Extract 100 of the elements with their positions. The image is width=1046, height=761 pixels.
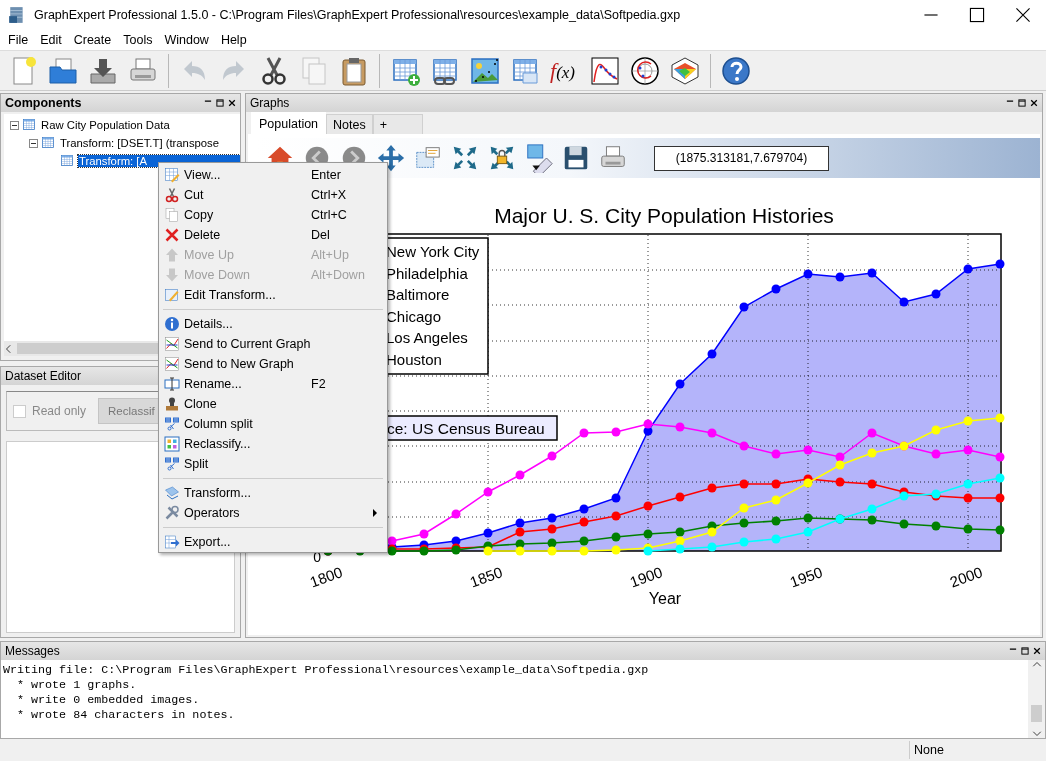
panel-title: Components <box>5 96 83 110</box>
copy-icon <box>164 207 180 223</box>
status-text: None <box>909 740 1046 759</box>
pencil-icon <box>164 287 180 303</box>
stamp-icon <box>164 396 180 412</box>
collapse-toggle[interactable] <box>29 138 38 148</box>
app-icon <box>8 6 26 24</box>
close-icon[interactable] <box>1029 98 1039 108</box>
shortcut-label: Del <box>311 228 331 242</box>
menu-item-label: View... <box>184 168 222 182</box>
help-icon[interactable] <box>720 54 752 87</box>
grid-icon <box>164 436 180 452</box>
log-line: * write 0 embedded images. <box>16 693 200 708</box>
log-line: * wrote 84 characters in notes. <box>16 708 235 723</box>
menu-item-label: Column split <box>184 417 254 431</box>
export-icon <box>164 534 180 550</box>
menu-item[interactable]: Transform... <box>161 483 385 503</box>
axis-tick-label: 2000 <box>947 563 985 591</box>
chart-title: Major U. S. City Population Histories <box>494 204 834 227</box>
menu-item-label: Copy <box>184 208 215 222</box>
menu-item[interactable]: File <box>2 33 35 47</box>
close-icon[interactable] <box>227 98 237 108</box>
close-icon[interactable] <box>1032 646 1042 656</box>
checkbox-label: Read only <box>32 404 87 418</box>
collapse-toggle[interactable] <box>10 120 19 130</box>
vertical-scrollbar[interactable] <box>1028 660 1045 738</box>
tools-icon <box>164 505 180 521</box>
menu-item-label: Send to Current Graph <box>184 337 311 351</box>
menu-item-label: Edit Transform... <box>184 288 277 302</box>
axis-tick-label: 1800 <box>307 563 345 591</box>
split-icon <box>164 456 180 472</box>
scissors-icon <box>164 187 180 203</box>
tab[interactable]: Population <box>251 112 327 134</box>
down-arrow-icon <box>164 267 180 283</box>
menu-item[interactable]: Rename... F2 <box>161 374 385 394</box>
log-line: * wrote 1 graphs. <box>16 678 137 693</box>
menu-item-label: Reclassify... <box>184 437 252 451</box>
menu-item[interactable]: Details... <box>161 314 385 334</box>
tab[interactable]: + <box>372 114 423 134</box>
annotation-text: ce: US Census Bureau <box>387 420 545 437</box>
float-window-icon[interactable] <box>1017 98 1027 108</box>
menu-item[interactable]: Send to New Graph <box>161 354 385 374</box>
float-window-icon[interactable] <box>1020 646 1030 656</box>
menu-item[interactable]: Copy Ctrl+C <box>161 205 385 225</box>
menu-item[interactable]: Send to Current Graph <box>161 334 385 354</box>
menu-item[interactable]: Create <box>67 33 118 47</box>
axis-tick-label: 1850 <box>467 563 505 591</box>
menu-item-label: Transform... <box>184 486 252 500</box>
menu-item[interactable]: Split <box>161 454 385 474</box>
split-icon <box>164 416 180 432</box>
axis-title: Year <box>648 590 682 607</box>
menu-item[interactable]: Window <box>158 33 215 47</box>
move-arrows-icon[interactable] <box>375 143 406 173</box>
shortcut-label: Alt+Up <box>311 248 350 262</box>
curve-fit-icon[interactable] <box>589 54 621 87</box>
menu-item[interactable]: Export... <box>161 532 385 552</box>
menu-item-label: Delete <box>184 228 222 242</box>
table-icon <box>21 117 37 133</box>
menu-item-label: Move Up <box>184 248 236 262</box>
polar-plot-icon[interactable] <box>629 54 661 87</box>
menu-item[interactable]: Delete Del <box>161 225 385 245</box>
shortcut-label: Enter <box>311 168 342 182</box>
panel-title: Graphs <box>250 96 291 110</box>
menu-item-label: Split <box>184 457 210 471</box>
delete-icon <box>164 227 180 243</box>
menu-item[interactable]: Operators <box>161 503 385 523</box>
chart-icon <box>164 356 180 372</box>
menu-item[interactable]: Cut Ctrl+X <box>161 185 385 205</box>
axis-tick-label: 1950 <box>787 563 825 591</box>
table-pencil-icon <box>164 167 180 183</box>
tree-item[interactable]: Raw City Population Data <box>40 119 171 131</box>
panel-title: Messages <box>5 644 61 658</box>
info-icon <box>164 316 180 332</box>
shortcut-label: Ctrl+X <box>311 188 348 202</box>
transform-icon <box>164 485 180 501</box>
scroll-thumb[interactable] <box>1031 705 1042 722</box>
legend-label: Chicago <box>386 307 442 325</box>
float-window-icon[interactable] <box>215 98 225 108</box>
menu-item[interactable]: Reclassify... <box>161 434 385 454</box>
menu-item[interactable]: Help <box>214 33 253 47</box>
menu-item[interactable]: View... Enter <box>161 165 385 185</box>
submenu-arrow-icon <box>373 509 377 517</box>
shortcut-label: F2 <box>311 377 327 391</box>
menu-item[interactable]: Tools <box>117 33 159 47</box>
panel-title: Dataset Editor <box>5 369 83 383</box>
menu-item[interactable]: Edit Transform... <box>161 285 385 305</box>
shortcut-label: Alt+Down <box>311 268 366 282</box>
tab[interactable]: Notes <box>326 114 373 134</box>
function-button[interactable]: f(x) <box>549 54 581 87</box>
menu-item-label: Details... <box>184 317 234 331</box>
legend-label: Baltimore <box>386 286 450 304</box>
up-arrow-icon <box>164 247 180 263</box>
tree-item[interactable]: Transform: [DSET.T] (transpose <box>59 137 221 149</box>
shortcut-label: Ctrl+C <box>311 208 348 222</box>
table-icon <box>40 135 56 151</box>
menu-item-label: Move Down <box>184 268 251 282</box>
menu-item-label: Cut <box>184 188 205 202</box>
table-icon <box>59 153 75 169</box>
menu-item[interactable]: Edit <box>34 33 68 47</box>
menu-item-label: Export... <box>184 535 232 549</box>
